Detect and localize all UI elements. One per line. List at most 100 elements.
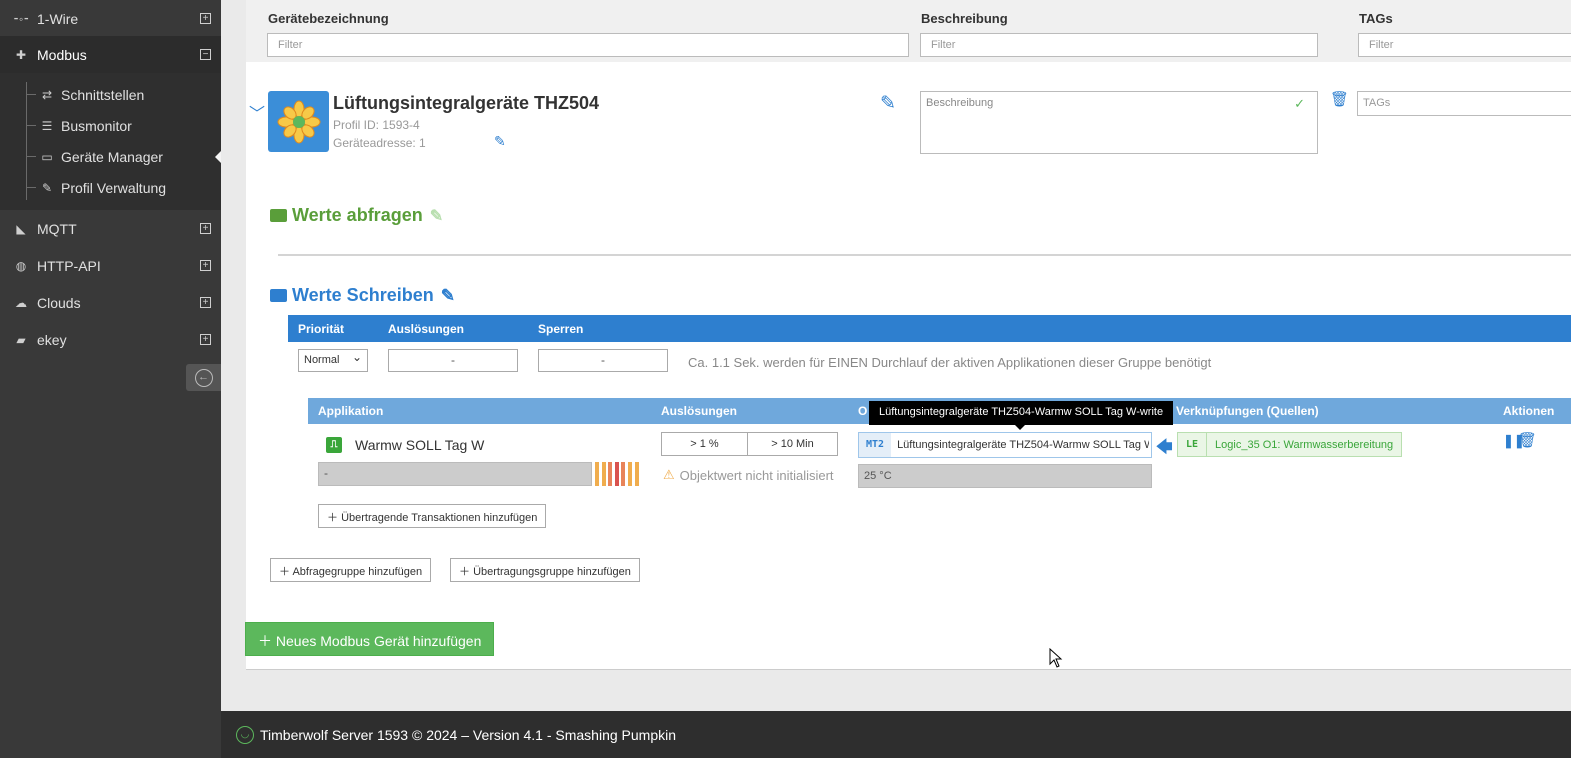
sidebar: ⁃◦⁃ 1-Wire + ✚ Modbus − ⇄ Schnittstellen… bbox=[0, 0, 222, 758]
sidebar-item-clouds[interactable]: ☁ Clouds + bbox=[0, 284, 221, 321]
edit-read-pencil-icon[interactable]: ✎ bbox=[430, 206, 443, 226]
sidebar-item-label: Profil Verwaltung bbox=[61, 179, 167, 196]
trigger-time-input[interactable]: > 10 Min bbox=[747, 432, 838, 456]
delete-device-trash-icon[interactable]: 🗑 bbox=[1330, 90, 1349, 108]
warning-text: Objektwert nicht initialisiert bbox=[679, 467, 834, 483]
description-placeholder: Beschreibung bbox=[926, 97, 994, 109]
sidebar-item-label: HTTP-API bbox=[37, 257, 101, 274]
expand-icon[interactable]: + bbox=[200, 260, 211, 271]
sidebar-item-geraete-manager[interactable]: ▭ Geräte Manager bbox=[0, 141, 221, 172]
sidebar-item-label: Clouds bbox=[37, 294, 81, 311]
add-transaction-button[interactable]: ＋ Übertragende Transaktionen hinzufügen bbox=[318, 504, 547, 528]
expand-icon[interactable]: + bbox=[200, 223, 211, 234]
tags-input[interactable]: TAGs bbox=[1357, 91, 1571, 116]
edit-write-pencil-icon[interactable]: ✎ bbox=[441, 286, 455, 306]
runtime-note: Ca. 1.1 Sek. werden für EINEN Durchlauf … bbox=[688, 355, 1212, 370]
sidebar-item-busmonitor[interactable]: ☰ Busmonitor bbox=[0, 110, 221, 141]
expand-icon[interactable]: + bbox=[200, 334, 211, 345]
device-title: Lüftungsintegralgeräte THZ504 bbox=[333, 93, 600, 113]
object-field[interactable]: MT2 Lüftungsintegralgeräte THZ504-Warmw … bbox=[858, 432, 1152, 458]
add-write-group-button[interactable]: ＋ Übertragungsgruppe hinzufügen bbox=[450, 558, 640, 582]
sidebar-item-label: 1-Wire bbox=[37, 10, 79, 27]
write-section-title[interactable]: Werte Schreiben ✎ bbox=[270, 285, 455, 306]
sidebar-item-label: Modbus bbox=[37, 46, 87, 63]
filter-description-input[interactable]: Filter bbox=[920, 33, 1318, 57]
sidebar-item-label: ekey bbox=[37, 331, 67, 348]
sidebar-item-1wire[interactable]: ⁃◦⁃ 1-Wire + bbox=[0, 0, 221, 37]
status-stripe bbox=[634, 462, 639, 486]
link-source-badge[interactable]: LE Logic_35 O1: Warmwasserbereitung bbox=[1177, 432, 1403, 457]
add-query-group-button[interactable]: ＋ Abfragegruppe hinzufügen bbox=[270, 558, 432, 582]
status-stripes bbox=[595, 462, 641, 486]
status-stripe bbox=[601, 462, 606, 486]
expand-icon[interactable]: + bbox=[200, 297, 211, 308]
object-tooltip: Lüftungsintegralgeräte THZ504-Warmw SOLL… bbox=[869, 401, 1173, 430]
locks-input[interactable]: - bbox=[538, 349, 668, 372]
plus-icon: ＋ bbox=[327, 512, 338, 524]
sidebar-item-label: Busmonitor bbox=[61, 117, 132, 134]
column-header-name: Gerätebezeichnung bbox=[268, 11, 389, 26]
add-query-group-label: Abfragegruppe hinzufügen bbox=[292, 566, 423, 578]
fingerprint-icon: ▰ bbox=[16, 332, 26, 347]
add-device-button[interactable]: ＋ Neues Modbus Gerät hinzufügen bbox=[245, 622, 494, 656]
add-device-label: Neues Modbus Gerät hinzufügen bbox=[275, 633, 482, 649]
delete-app-trash-icon[interactable]: 🗑 bbox=[1518, 431, 1537, 449]
check-icon[interactable]: ✓ bbox=[1294, 96, 1305, 112]
divider bbox=[278, 254, 1571, 256]
header-actions: Aktionen bbox=[1503, 404, 1555, 418]
read-section-title[interactable]: Werte abfragen ✎ bbox=[270, 205, 443, 226]
link-type-tag: LE bbox=[1178, 433, 1208, 456]
arrow-left-icon: 🡄 bbox=[1156, 439, 1173, 456]
sidebar-item-http-api[interactable]: ◍ HTTP-API + bbox=[0, 247, 221, 284]
status-stripe bbox=[627, 462, 632, 486]
plus-icon: ＋ bbox=[279, 566, 290, 578]
application-status-bar: - bbox=[318, 462, 592, 486]
sidebar-item-profil-verwaltung[interactable]: ✎ Profil Verwaltung bbox=[0, 172, 221, 203]
folder-icon bbox=[270, 209, 287, 222]
header-application: Applikation bbox=[318, 404, 384, 418]
header-app-triggers: Auslösungen bbox=[661, 404, 738, 418]
sidebar-item-modbus[interactable]: ✚ Modbus − bbox=[0, 36, 221, 73]
read-section-label: Werte abfragen bbox=[292, 205, 423, 225]
link-source-name: Logic_35 O1: Warmwasserbereitung bbox=[1215, 438, 1394, 451]
plus-icon: ＋ bbox=[459, 566, 470, 578]
filter-tags-input[interactable]: Filter bbox=[1358, 33, 1571, 57]
filter-name-input[interactable]: Filter bbox=[267, 33, 909, 57]
sidebar-item-label: Geräte Manager bbox=[61, 148, 163, 165]
footer: ◡ Timberwolf Server 1593 © 2024 – Versio… bbox=[221, 711, 1571, 758]
expand-icon[interactable]: + bbox=[200, 13, 211, 24]
status-stripe bbox=[595, 462, 599, 486]
edit-address-pencil-icon[interactable]: ✎ bbox=[494, 133, 506, 150]
write-group-header: Priorität Auslösungen Sperren bbox=[288, 315, 1571, 342]
priority-select[interactable]: Normal bbox=[298, 349, 368, 372]
status-stripe bbox=[621, 462, 626, 486]
description-textarea[interactable]: Beschreibung ✓ bbox=[920, 91, 1318, 154]
header-links: Verknüpfungen (Quellen) bbox=[1176, 404, 1319, 418]
write-section-label: Werte Schreiben bbox=[292, 285, 434, 305]
header-locks: Sperren bbox=[538, 322, 584, 336]
warning-icon: ⚠ bbox=[663, 467, 675, 482]
globe-icon: ◍ bbox=[15, 258, 27, 273]
chevron-down-icon[interactable]: ﹀ bbox=[249, 100, 265, 124]
exchange-icon: ⇄ bbox=[41, 87, 53, 102]
rss-icon: ◣ bbox=[16, 221, 26, 236]
add-write-group-label: Übertragungsgruppe hinzufügen bbox=[473, 566, 631, 578]
flower-logo-icon bbox=[277, 100, 320, 143]
add-transaction-label: Übertragende Transaktionen hinzufügen bbox=[341, 512, 538, 524]
edit-icon: ✎ bbox=[41, 180, 53, 195]
header-triggers: Auslösungen bbox=[388, 322, 465, 336]
sidebar-item-schnittstellen[interactable]: ⇄ Schnittstellen bbox=[0, 79, 221, 110]
mouse-cursor-icon bbox=[1049, 648, 1063, 668]
sidebar-item-ekey[interactable]: ▰ ekey + bbox=[0, 321, 221, 358]
profile-id: Profil ID: 1593-4 bbox=[333, 118, 420, 132]
triggers-input[interactable]: - bbox=[388, 349, 518, 372]
edit-device-pencil-icon[interactable]: ✎ bbox=[880, 92, 896, 115]
application-name[interactable]: Warmw SOLL Tag W bbox=[355, 437, 484, 453]
device-address: Geräteadresse: 1 bbox=[333, 136, 426, 150]
puzzle-icon: ✚ bbox=[15, 47, 27, 62]
collapse-icon[interactable]: − bbox=[200, 49, 211, 60]
sidebar-collapse-button[interactable]: ← bbox=[186, 364, 221, 391]
sidebar-item-label: Schnittstellen bbox=[61, 86, 145, 103]
sidebar-item-mqtt[interactable]: ◣ MQTT + bbox=[0, 210, 221, 247]
trigger-percent-input[interactable]: > 1 % bbox=[661, 432, 748, 456]
